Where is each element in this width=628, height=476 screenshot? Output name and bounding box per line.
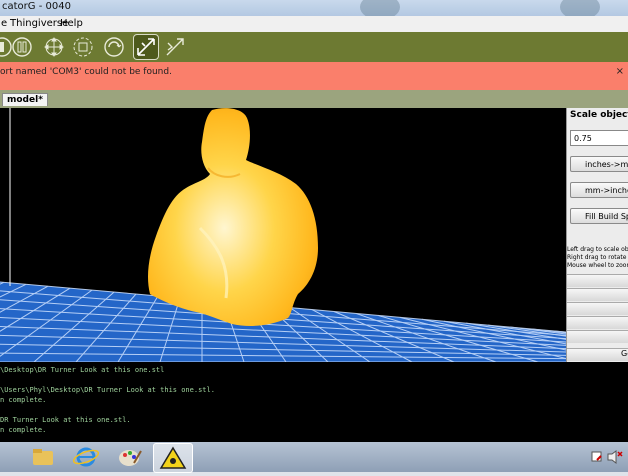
console-line: \Desktop\DR Turner Look at this one.stl bbox=[0, 366, 165, 374]
window-title-bar: catorG - 0040 bbox=[0, 0, 628, 20]
menu-item-help[interactable]: Help bbox=[60, 18, 83, 29]
error-banner: ort named 'COM3' could not be found. × bbox=[0, 62, 628, 90]
hint-right-drag: Right drag to rotate vi bbox=[567, 254, 628, 261]
error-close-button[interactable]: × bbox=[616, 66, 624, 77]
model-viewport[interactable] bbox=[0, 108, 566, 362]
mirror-button[interactable] bbox=[163, 35, 187, 59]
move-button[interactable] bbox=[42, 35, 66, 59]
console-line: \Users\Phyl\Desktop\DR Turner Look at th… bbox=[0, 386, 215, 394]
scale-panel: Scale object inches->mm mm->inches Fill … bbox=[566, 108, 628, 362]
taskbar bbox=[0, 442, 628, 473]
console-line: n complete. bbox=[0, 426, 47, 434]
rotate-object-icon bbox=[104, 37, 124, 57]
panel-title: Scale object bbox=[570, 110, 628, 120]
panel-blank-button[interactable] bbox=[567, 274, 628, 287]
pause-button[interactable] bbox=[10, 35, 34, 59]
ie-icon bbox=[72, 447, 100, 467]
rotate-button[interactable] bbox=[71, 35, 95, 59]
taskbar-paint[interactable] bbox=[110, 443, 148, 471]
panel-blank-button[interactable] bbox=[567, 330, 628, 343]
taskbar-ie[interactable] bbox=[67, 443, 105, 471]
console-output: \Desktop\DR Turner Look at this one.stl … bbox=[0, 362, 628, 442]
taskbar-folder[interactable] bbox=[24, 443, 62, 471]
window-title: catorG - 0040 bbox=[2, 1, 71, 12]
panel-blank-button[interactable] bbox=[567, 288, 628, 301]
scale-icon bbox=[137, 38, 155, 56]
mirror-icon bbox=[166, 38, 184, 56]
model-bust[interactable] bbox=[148, 108, 318, 326]
generate-button-label: Ge bbox=[621, 349, 628, 358]
error-message: ort named 'COM3' could not be found. bbox=[0, 67, 172, 77]
move-icon bbox=[44, 37, 64, 57]
replicatorg-icon bbox=[159, 446, 187, 469]
menu-bar: e Thingiverse Help bbox=[0, 16, 628, 32]
hint-mouse-wheel: Mouse wheel to zoom bbox=[567, 262, 628, 269]
taskbar-replicatorg[interactable] bbox=[153, 443, 193, 473]
menu-item-edit[interactable]: e bbox=[1, 18, 7, 29]
system-tray bbox=[588, 442, 628, 472]
folder-icon bbox=[33, 449, 53, 465]
toolbar bbox=[0, 32, 628, 62]
scale-input[interactable] bbox=[570, 130, 628, 146]
tab-strip: model* bbox=[0, 90, 628, 108]
rotate-icon bbox=[73, 37, 93, 57]
build-platform-scene bbox=[0, 108, 566, 362]
hint-left-drag: Left drag to scale obje bbox=[567, 246, 628, 253]
mm-to-inches-button[interactable]: mm->inches bbox=[570, 182, 628, 198]
inches-to-mm-button[interactable]: inches->mm bbox=[570, 156, 628, 172]
panel-blank-button[interactable] bbox=[567, 302, 628, 315]
scale-button[interactable] bbox=[133, 34, 159, 60]
paint-icon bbox=[119, 450, 142, 466]
console-line: DR Turner Look at this one.stl. bbox=[0, 416, 131, 424]
tray-icons bbox=[591, 450, 623, 464]
pause-icon bbox=[12, 37, 32, 57]
tab-model[interactable]: model* bbox=[2, 93, 48, 106]
panel-blank-button[interactable] bbox=[567, 316, 628, 329]
console-line: n complete. bbox=[0, 396, 47, 404]
fill-build-space-button[interactable]: Fill Build Spac bbox=[570, 208, 628, 224]
generate-button[interactable]: Ge bbox=[567, 348, 628, 361]
rotate-object-button[interactable] bbox=[102, 35, 126, 59]
